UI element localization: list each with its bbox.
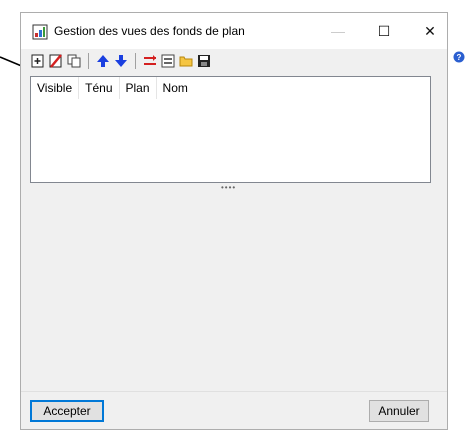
arrow-up-icon (97, 55, 109, 67)
title-bar: Gestion des vues des fonds de plan — ☐ ✕ (21, 13, 447, 49)
svg-text:?: ? (457, 53, 462, 62)
column-header-plan[interactable]: Plan (120, 77, 157, 99)
dialog-window: Gestion des vues des fonds de plan — ☐ ✕ (20, 12, 448, 430)
move-down-button[interactable] (112, 52, 130, 70)
help-icon[interactable]: ? (453, 51, 465, 63)
footer-divider (21, 391, 447, 392)
folder-icon (179, 56, 193, 67)
dxf-icon (161, 54, 175, 68)
copy-icon (67, 54, 81, 68)
accept-button[interactable]: Accepter (30, 400, 104, 422)
column-header-nom[interactable]: Nom (157, 77, 194, 99)
save-button[interactable] (195, 52, 213, 70)
swap-icon (144, 55, 156, 65)
open-folder-button[interactable] (177, 52, 195, 70)
minimize-button[interactable]: — (315, 13, 361, 49)
toolbar-separator (88, 53, 89, 69)
cancel-button[interactable]: Annuler (369, 400, 429, 422)
add-icon (31, 54, 44, 68)
delete-icon (49, 54, 62, 68)
move-up-button[interactable] (94, 52, 112, 70)
splitter-grip[interactable]: •••• (221, 184, 237, 192)
views-list[interactable]: Visible Ténu Plan Nom (30, 76, 431, 183)
column-header-visible[interactable]: Visible (31, 77, 80, 99)
maximize-button[interactable]: ☐ (361, 13, 407, 49)
save-icon (198, 55, 210, 67)
arrow-down-icon (115, 55, 127, 67)
toolbar-separator (135, 53, 136, 69)
export-dxf-button[interactable] (159, 52, 177, 70)
window-title: Gestion des vues des fonds de plan (54, 24, 245, 38)
reverse-button[interactable] (141, 52, 159, 70)
duplicate-view-button[interactable] (65, 52, 83, 70)
app-icon (32, 24, 48, 40)
delete-view-button[interactable] (47, 52, 65, 70)
column-header-tenu[interactable]: Ténu (79, 77, 120, 99)
list-header: Visible Ténu Plan Nom (31, 77, 430, 99)
close-button[interactable]: ✕ (407, 13, 453, 49)
new-view-button[interactable] (29, 52, 47, 70)
toolbar (29, 51, 213, 71)
